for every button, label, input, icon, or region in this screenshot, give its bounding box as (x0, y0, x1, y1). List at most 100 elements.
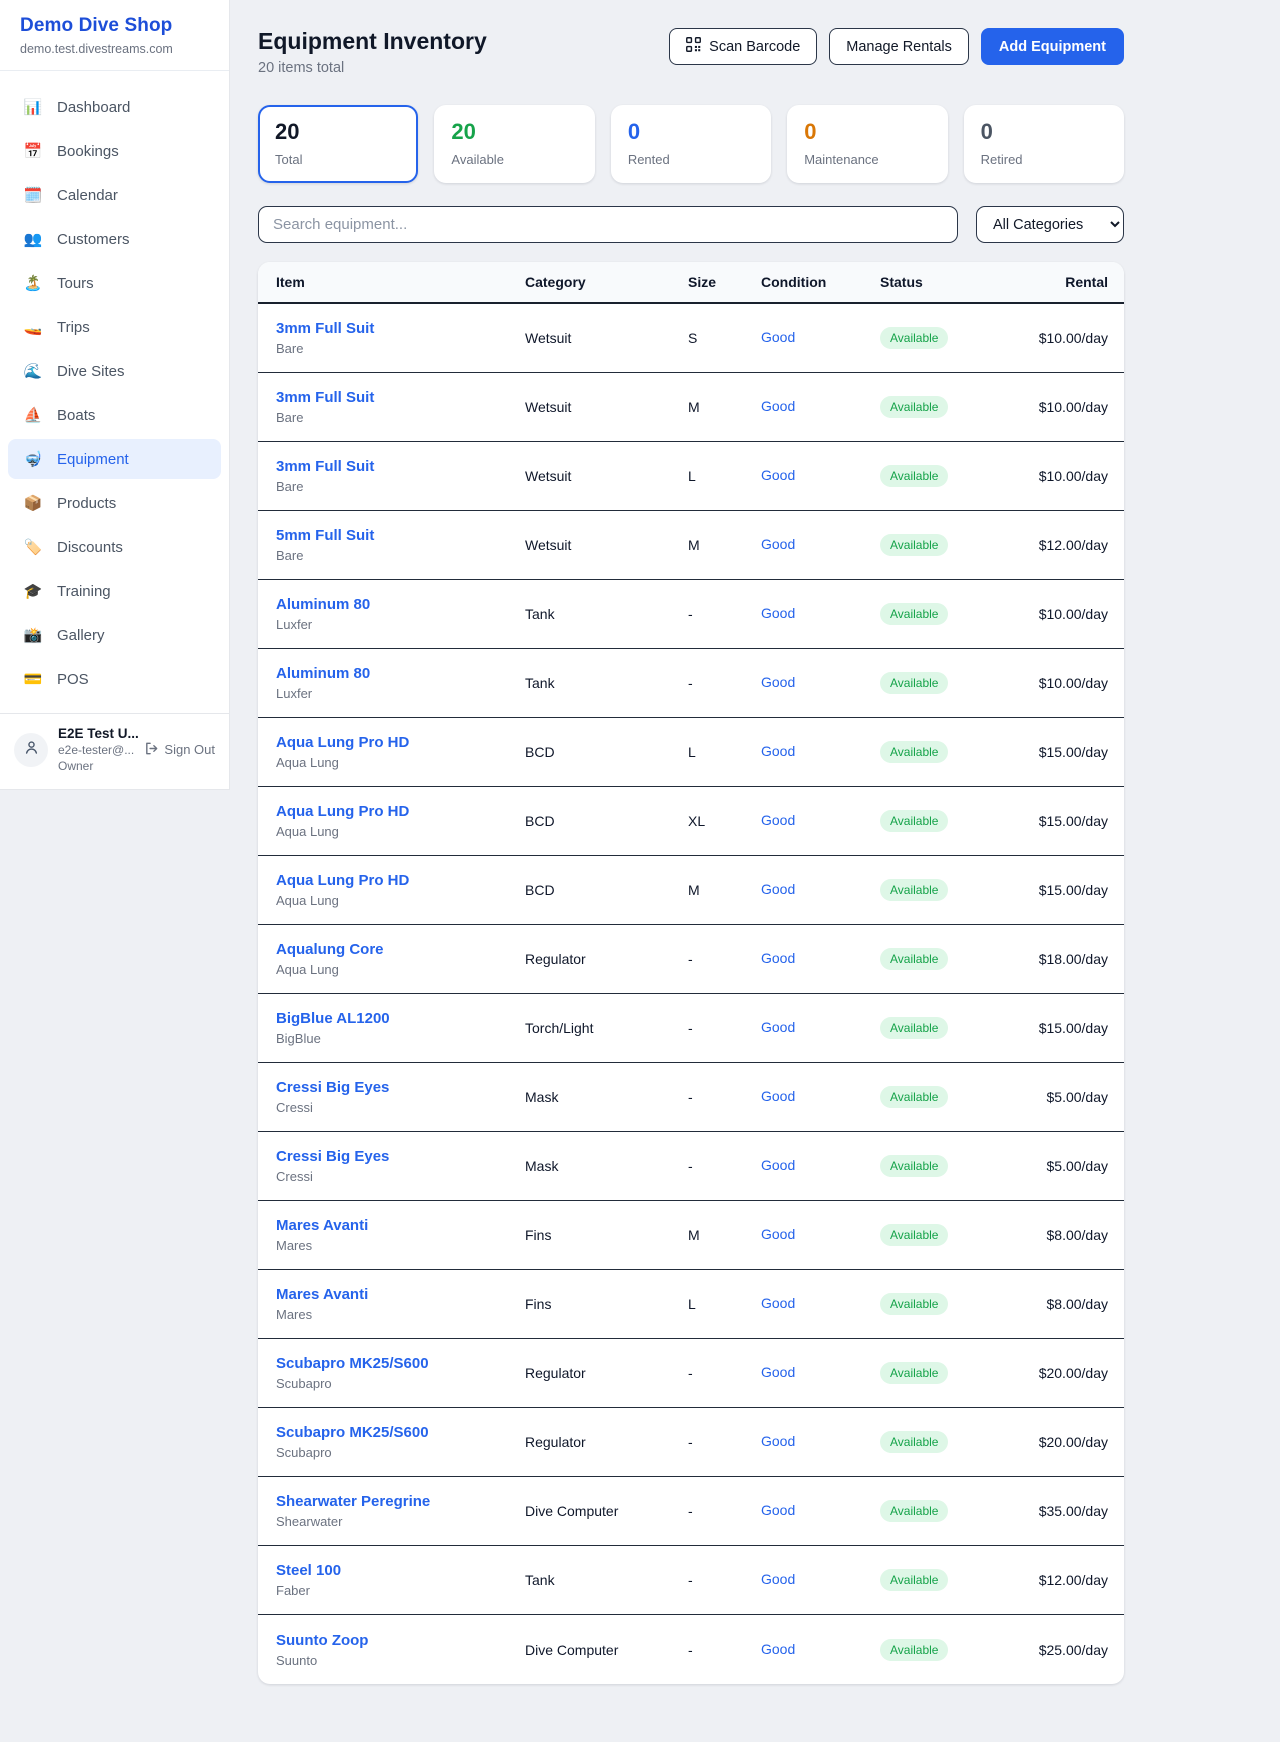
item-name-link[interactable]: Aluminum 80 (276, 665, 525, 682)
category-cell: Regulator (525, 951, 688, 967)
condition-link[interactable]: Good (761, 467, 795, 483)
condition-cell: Good (761, 1088, 880, 1106)
category-cell: Dive Computer (525, 1642, 688, 1658)
item-name-link[interactable]: Aqualung Core (276, 941, 525, 958)
item-name-link[interactable]: Suunto Zoop (276, 1632, 525, 1649)
condition-link[interactable]: Good (761, 1641, 795, 1657)
scan-barcode-button[interactable]: Scan Barcode (669, 28, 817, 65)
sidebar-item-bookings[interactable]: 📅 Bookings (8, 131, 221, 171)
table-row: Shearwater Peregrine Shearwater Dive Com… (258, 1477, 1124, 1546)
condition-link[interactable]: Good (761, 743, 795, 759)
condition-link[interactable]: Good (761, 881, 795, 897)
status-cell: Available (880, 1569, 1021, 1591)
item-name-link[interactable]: Aqua Lung Pro HD (276, 803, 525, 820)
size-cell: - (688, 1365, 761, 1381)
size-cell: - (688, 1158, 761, 1174)
item-name-link[interactable]: 5mm Full Suit (276, 527, 525, 544)
condition-link[interactable]: Good (761, 329, 795, 345)
item-name-link[interactable]: Scubapro MK25/S600 (276, 1355, 525, 1372)
status-cell: Available (880, 879, 1021, 901)
status-badge: Available (880, 1086, 948, 1108)
sign-out-button[interactable]: Sign Out (144, 741, 215, 759)
item-name-link[interactable]: Cressi Big Eyes (276, 1148, 525, 1165)
item-name-link[interactable]: Mares Avanti (276, 1286, 525, 1303)
item-name-link[interactable]: Aluminum 80 (276, 596, 525, 613)
sidebar-item-products[interactable]: 📦 Products (8, 483, 221, 523)
condition-link[interactable]: Good (761, 605, 795, 621)
condition-link[interactable]: Good (761, 674, 795, 690)
condition-link[interactable]: Good (761, 536, 795, 552)
sidebar-item-equipment[interactable]: 🤿 Equipment (8, 439, 221, 479)
stat-label: Total (275, 152, 401, 167)
rental-cell: $10.00/day (1021, 606, 1108, 622)
item-name-link[interactable]: BigBlue AL1200 (276, 1010, 525, 1027)
column-header-rental: Rental (1021, 274, 1108, 290)
sidebar-item-tours[interactable]: 🏝️ Tours (8, 263, 221, 303)
condition-cell: Good (761, 329, 880, 347)
category-cell: Tank (525, 675, 688, 691)
sidebar-item-training[interactable]: 🎓 Training (8, 571, 221, 611)
item-brand: Bare (276, 479, 525, 494)
column-header-size: Size (688, 274, 761, 290)
status-badge: Available (880, 672, 948, 694)
condition-link[interactable]: Good (761, 1433, 795, 1449)
calendar-date-icon: 📅 (22, 142, 44, 160)
sidebar-item-boats[interactable]: ⛵ Boats (8, 395, 221, 435)
condition-link[interactable]: Good (761, 1502, 795, 1518)
header-actions: Scan Barcode Manage Rentals Add Equipmen… (669, 28, 1124, 65)
sidebar-item-dive-sites[interactable]: 🌊 Dive Sites (8, 351, 221, 391)
item-name-link[interactable]: Aqua Lung Pro HD (276, 872, 525, 889)
stat-label: Rented (628, 152, 754, 167)
item-name-link[interactable]: Scubapro MK25/S600 (276, 1424, 525, 1441)
stat-card-total[interactable]: 20 Total (258, 105, 418, 183)
sidebar-item-dashboard[interactable]: 📊 Dashboard (8, 87, 221, 127)
condition-link[interactable]: Good (761, 1157, 795, 1173)
condition-link[interactable]: Good (761, 1226, 795, 1242)
sidebar-item-pos[interactable]: 💳 POS (8, 659, 221, 699)
item-name-link[interactable]: 3mm Full Suit (276, 389, 525, 406)
item-name-link[interactable]: Mares Avanti (276, 1217, 525, 1234)
stat-card-retired[interactable]: 0 Retired (964, 105, 1124, 183)
condition-link[interactable]: Good (761, 1295, 795, 1311)
item-name-link[interactable]: Shearwater Peregrine (276, 1493, 525, 1510)
sidebar-item-calendar[interactable]: 🗓️ Calendar (8, 175, 221, 215)
item-name-link[interactable]: 3mm Full Suit (276, 458, 525, 475)
status-badge: Available (880, 1500, 948, 1522)
condition-link[interactable]: Good (761, 1088, 795, 1104)
item-name-link[interactable]: 3mm Full Suit (276, 320, 525, 337)
sidebar-item-customers[interactable]: 👥 Customers (8, 219, 221, 259)
item-brand: Luxfer (276, 617, 525, 632)
rental-cell: $10.00/day (1021, 399, 1108, 415)
condition-link[interactable]: Good (761, 812, 795, 828)
status-badge: Available (880, 1224, 948, 1246)
sign-out-icon (144, 741, 159, 759)
item-name-link[interactable]: Cressi Big Eyes (276, 1079, 525, 1096)
status-cell: Available (880, 948, 1021, 970)
item-name-link[interactable]: Aqua Lung Pro HD (276, 734, 525, 751)
search-input[interactable] (258, 206, 958, 243)
manage-rentals-button[interactable]: Manage Rentals (829, 28, 969, 65)
status-cell: Available (880, 741, 1021, 763)
condition-link[interactable]: Good (761, 1571, 795, 1587)
brand-title[interactable]: Demo Dive Shop (20, 15, 209, 37)
item-brand: Aqua Lung (276, 755, 525, 770)
sidebar-item-discounts[interactable]: 🏷️ Discounts (8, 527, 221, 567)
condition-link[interactable]: Good (761, 1019, 795, 1035)
stat-card-maintenance[interactable]: 0 Maintenance (787, 105, 947, 183)
condition-link[interactable]: Good (761, 1364, 795, 1380)
rental-cell: $8.00/day (1021, 1227, 1108, 1243)
stat-card-available[interactable]: 20 Available (434, 105, 594, 183)
add-equipment-button[interactable]: Add Equipment (981, 28, 1124, 65)
table-row: BigBlue AL1200 BigBlue Torch/Light - Goo… (258, 994, 1124, 1063)
stat-card-rented[interactable]: 0 Rented (611, 105, 771, 183)
item-name-link[interactable]: Steel 100 (276, 1562, 525, 1579)
sidebar-item-gallery[interactable]: 📸 Gallery (8, 615, 221, 655)
camera-icon: 📸 (22, 626, 44, 644)
category-select[interactable]: All Categories (976, 206, 1124, 243)
size-cell: - (688, 1089, 761, 1105)
sidebar-item-trips[interactable]: 🚤 Trips (8, 307, 221, 347)
item-cell: Suunto Zoop Suunto (276, 1632, 525, 1668)
barcode-icon (686, 37, 701, 56)
condition-link[interactable]: Good (761, 950, 795, 966)
condition-link[interactable]: Good (761, 398, 795, 414)
